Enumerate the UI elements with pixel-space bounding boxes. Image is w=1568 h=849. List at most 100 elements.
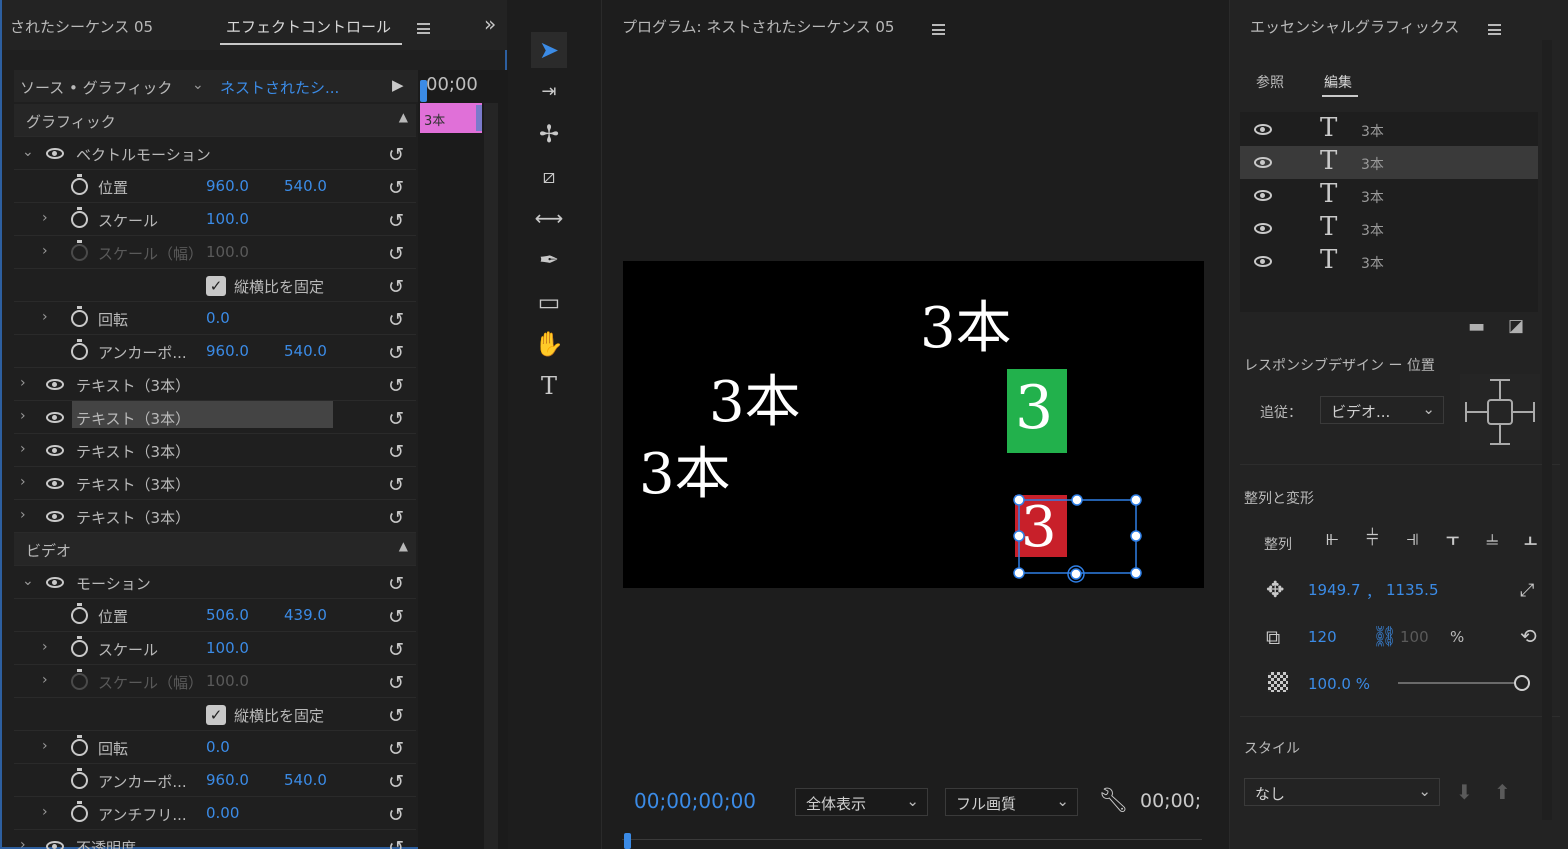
- row-opacity[interactable]: › 不透明度 ↺: [14, 830, 416, 849]
- value-anti-flicker[interactable]: 0.00: [206, 804, 239, 822]
- scale-value[interactable]: 120: [1308, 628, 1337, 646]
- selection-bounding-box[interactable]: [1007, 491, 1147, 588]
- layer-item[interactable]: T 3本: [1240, 179, 1538, 212]
- eye-icon[interactable]: [46, 445, 64, 456]
- push-down-icon[interactable]: ⬇: [1456, 780, 1473, 804]
- program-timecode[interactable]: 00;00;00;00: [634, 789, 756, 813]
- pen-icon[interactable]: ✒: [531, 242, 567, 278]
- pin-diagram-icon[interactable]: [1460, 374, 1540, 450]
- chevron-right-icon[interactable]: ›: [20, 507, 26, 523]
- value-scale[interactable]: 100.0: [206, 639, 249, 657]
- eg-title[interactable]: エッセンシャルグラフィックス: [1250, 16, 1459, 37]
- reset-icon[interactable]: ↺: [388, 573, 404, 595]
- reset-icon[interactable]: ↺: [388, 606, 404, 628]
- position-x[interactable]: 1949.7: [1308, 581, 1361, 599]
- chevron-right-icon[interactable]: ›: [42, 639, 48, 655]
- stopwatch-icon[interactable]: [71, 174, 88, 195]
- play-triangle-icon[interactable]: ▶: [392, 76, 404, 94]
- chevron-right-icon[interactable]: ›: [20, 375, 26, 391]
- canvas-text[interactable]: 3本: [639, 429, 731, 510]
- canvas-text[interactable]: 3本: [709, 357, 801, 438]
- value-y[interactable]: 540.0: [284, 342, 327, 360]
- layer-item[interactable]: T 3本: [1240, 212, 1538, 245]
- value-x[interactable]: 506.0: [206, 606, 249, 624]
- eye-icon[interactable]: [46, 478, 64, 489]
- razor-icon[interactable]: ⧄: [531, 158, 567, 194]
- eye-icon[interactable]: [46, 577, 64, 588]
- hand-icon[interactable]: ✋: [531, 326, 567, 362]
- checkbox-uniform-scale[interactable]: ✓: [206, 705, 226, 725]
- row-text-selected[interactable]: › テキスト（3本） ↺: [14, 401, 416, 434]
- reset-icon[interactable]: ↺: [388, 771, 404, 793]
- program-title[interactable]: プログラム: ネストされたシーケンス 05: [622, 16, 894, 37]
- rotation-icon[interactable]: ⟲: [1520, 624, 1537, 648]
- layer-item[interactable]: T 3本: [1240, 113, 1538, 146]
- section-graphic[interactable]: グラフィック ▲: [14, 104, 416, 137]
- eye-icon[interactable]: [1254, 124, 1272, 135]
- stopwatch-icon[interactable]: [71, 603, 88, 624]
- value-scale[interactable]: 100.0: [206, 210, 249, 228]
- tab-browse[interactable]: 参照: [1256, 72, 1284, 92]
- reset-icon[interactable]: ↺: [388, 276, 404, 298]
- value-x[interactable]: 960.0: [206, 342, 249, 360]
- row-text[interactable]: › テキスト（3本） ↺: [14, 500, 416, 533]
- new-layer-icon[interactable]: ◪: [1508, 316, 1524, 336]
- track-select-icon[interactable]: ⇥: [531, 74, 567, 110]
- green-text-box[interactable]: 3: [1007, 369, 1067, 453]
- reset-icon[interactable]: ↺: [388, 309, 404, 331]
- reset-icon[interactable]: ↺: [388, 177, 404, 199]
- scrollbar[interactable]: [484, 103, 498, 849]
- eye-icon[interactable]: [1254, 190, 1272, 201]
- align-center-v-icon[interactable]: ⫨: [1486, 526, 1498, 551]
- stopwatch-icon[interactable]: [71, 306, 88, 327]
- scrollbar[interactable]: [1542, 40, 1552, 820]
- row-vector-motion[interactable]: ⌄ ベクトルモーション ↺: [14, 137, 416, 170]
- type-tool-icon[interactable]: T: [531, 368, 567, 404]
- row-text[interactable]: › テキスト（3本） ↺: [14, 434, 416, 467]
- tab-sequence[interactable]: されたシーケンス 05: [10, 16, 153, 37]
- checkbox-uniform-scale[interactable]: ✓: [206, 276, 226, 296]
- stopwatch-icon[interactable]: [71, 339, 88, 360]
- value-x[interactable]: 960.0: [206, 771, 249, 789]
- chevron-right-icon[interactable]: ›: [42, 738, 48, 754]
- value-x[interactable]: 960.0: [206, 177, 249, 195]
- stopwatch-icon[interactable]: [71, 735, 88, 756]
- stopwatch-icon[interactable]: [71, 207, 88, 228]
- collapse-up-icon[interactable]: ▲: [399, 110, 408, 124]
- eye-icon[interactable]: [46, 511, 64, 522]
- chevron-down-icon[interactable]: ⌄: [22, 573, 34, 589]
- value-y[interactable]: 540.0: [284, 771, 327, 789]
- wrench-icon[interactable]: 🔧︎: [1098, 786, 1128, 814]
- chevron-right-icon[interactable]: ›: [20, 474, 26, 490]
- reset-icon[interactable]: ↺: [388, 210, 404, 232]
- panel-overflow-icon[interactable]: »: [484, 12, 496, 36]
- push-up-icon[interactable]: ⬆: [1494, 780, 1511, 804]
- panel-menu-icon[interactable]: [932, 24, 945, 35]
- reset-icon[interactable]: ↺: [388, 144, 404, 166]
- panel-menu-icon[interactable]: [417, 23, 430, 34]
- video-canvas[interactable]: 3本 3本 3本 3 3: [623, 261, 1204, 588]
- source-clip-link[interactable]: ネストされたシ...: [220, 77, 339, 98]
- chevron-down-icon[interactable]: ⌄: [22, 144, 34, 160]
- stopwatch-icon[interactable]: [71, 636, 88, 657]
- opacity-value[interactable]: 100.0 %: [1308, 675, 1370, 693]
- playhead[interactable]: [624, 833, 631, 849]
- chevron-right-icon[interactable]: ›: [20, 408, 26, 424]
- row-motion[interactable]: ⌄ モーション ↺: [14, 566, 416, 599]
- reset-icon[interactable]: ↺: [388, 474, 404, 496]
- eye-icon[interactable]: [46, 412, 64, 423]
- value-rotation[interactable]: 0.0: [206, 309, 230, 327]
- reset-icon[interactable]: ↺: [388, 705, 404, 727]
- section-video[interactable]: ビデオ ▲: [14, 533, 416, 566]
- chevron-down-icon[interactable]: ⌄: [192, 77, 204, 93]
- stopwatch-icon[interactable]: [71, 768, 88, 789]
- follow-dropdown[interactable]: ビデオ... ⌄: [1320, 396, 1444, 424]
- chevron-right-icon[interactable]: ›: [42, 804, 48, 820]
- ripple-edit-icon[interactable]: ✢: [531, 116, 567, 152]
- eye-icon[interactable]: [1254, 256, 1272, 267]
- link-icon[interactable]: ⛓: [1372, 624, 1397, 648]
- reset-icon[interactable]: ↺: [388, 837, 404, 849]
- align-center-h-icon[interactable]: ⫩: [1366, 526, 1379, 551]
- collapse-up-icon[interactable]: ▲: [399, 539, 408, 553]
- eye-icon[interactable]: [46, 841, 64, 849]
